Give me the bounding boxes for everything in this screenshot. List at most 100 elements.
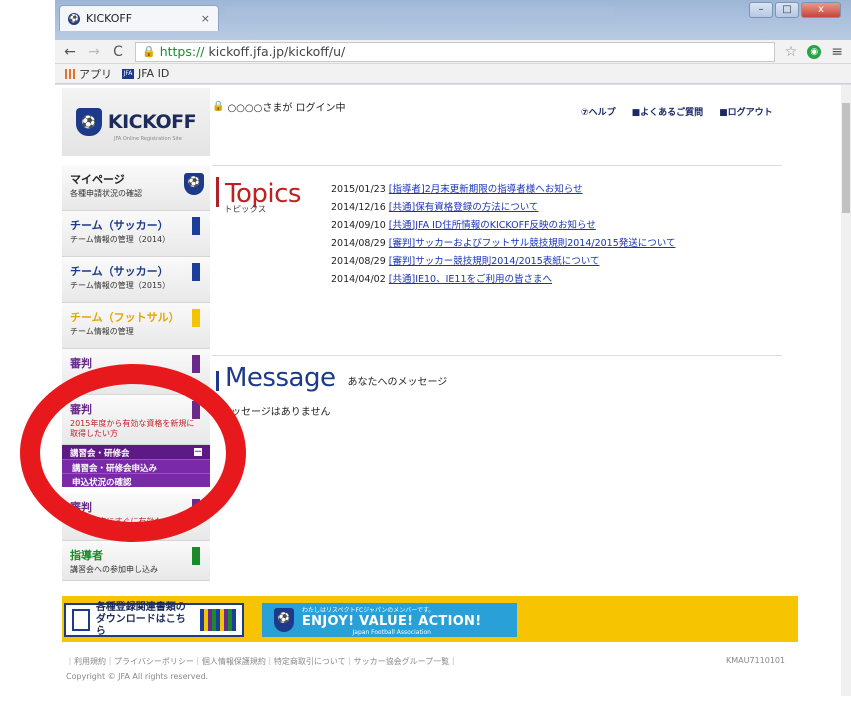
bookmark-jfa-id[interactable]: JFA JFA ID — [122, 67, 169, 80]
sidebar-item-desc: 講習会への参加申し込み — [70, 565, 158, 574]
purple-flag-icon — [192, 401, 200, 419]
login-status-text: ○○○○さまが ログイン中 — [227, 103, 346, 114]
tab-close-icon[interactable]: × — [201, 12, 210, 25]
news-date: 2014/08/29 — [331, 238, 386, 249]
news-link[interactable]: [審判]サッカーおよびフットサル競技規則2014/2015発送について — [389, 238, 676, 249]
message-title: Message — [225, 363, 336, 393]
topics-bar — [216, 177, 219, 207]
back-button[interactable]: ← — [63, 44, 77, 60]
page-viewport: ⚽ KICKOFF JFA Online Registration Site 🔒… — [55, 85, 841, 709]
sidebar-item-title: マイページ — [70, 173, 125, 186]
bookmark-apps[interactable]: アプリ — [65, 66, 112, 82]
apps-grid-icon — [65, 68, 75, 79]
blue-flag-icon — [192, 217, 200, 235]
news-link[interactable]: [共通]JFA ID住所情報のKICKOFF反映のお知らせ — [389, 220, 596, 231]
divider — [212, 355, 782, 356]
news-link[interactable]: [審判]サッカー競技規則2014/2015表紙について — [389, 256, 600, 267]
close-window-button[interactable]: x — [801, 2, 841, 18]
extension-icon[interactable]: ◉ — [807, 44, 822, 59]
topics-heading: Topics トピックス — [216, 177, 301, 215]
news-date: 2014/04/02 — [331, 274, 386, 285]
sidebar-item-referee-2[interactable]: 審判 2015年度から有効な資格を新規に取得したい方 — [62, 395, 210, 445]
sidebar-item-desc: チーム情報の管理（2014） — [70, 235, 171, 244]
menu-icon[interactable]: ≡ — [831, 44, 843, 60]
list-item: 2014/04/02 [共通]IE10、IE11をご利用の皆さまへ — [331, 271, 675, 289]
maximize-button[interactable]: □ — [775, 2, 799, 18]
news-link[interactable]: [共通]IE10、IE11をご利用の皆さまへ — [389, 274, 552, 285]
news-link[interactable]: [指導者]2月末更新期限の指導者様へお知らせ — [389, 184, 583, 195]
sidebar-item-title: チーム（サッカー） — [70, 219, 169, 232]
news-link[interactable]: [共通]保有資格登録の方法について — [389, 202, 539, 213]
bookmarks-bar: アプリ JFA JFA ID — [55, 64, 851, 84]
browser-toolbar: ← → C 🔒 https://kickoff.jfa.jp/kickoff/u… — [55, 40, 851, 64]
submenu-link-status[interactable]: 申込状況の確認 — [62, 473, 210, 488]
bottom-strip — [0, 696, 851, 709]
jfa-shield-icon: ⚽ — [274, 608, 294, 632]
forward-button[interactable]: → — [87, 44, 101, 60]
bookmark-star-icon[interactable]: ☆ — [785, 44, 798, 60]
list-item: 2014/08/29 [審判]サッカー競技規則2014/2015表紙について — [331, 253, 675, 271]
news-date: 2014/12/16 — [331, 202, 386, 213]
download-text: 各種登録関連書類の ダウンロードはこちら — [96, 602, 195, 638]
submenu-title: 講習会・研修会 — [70, 449, 130, 459]
sidebar-item-desc: 各種申請状況の確認 — [70, 189, 142, 198]
sidebar-item-title: チーム（サッカー） — [70, 265, 169, 278]
footer-links[interactable]: ｜利用規約｜プライバシーポリシー｜個人情報保護規約｜特定商取引について｜サッカー… — [66, 656, 457, 667]
collapse-icon[interactable]: － — [194, 448, 202, 456]
url-scheme: https:// — [159, 44, 205, 59]
kickoff-logo[interactable]: ⚽ KICKOFF JFA Online Registration Site — [62, 88, 210, 156]
window-controls: – □ x — [749, 2, 841, 18]
logout-link[interactable]: ■ログアウト — [719, 105, 773, 118]
respect-small: わたしはリスペクトFCジャパンのメンバーです。 — [302, 606, 435, 614]
topics-list: 2015/01/23 [指導者]2月末更新期限の指導者様へお知らせ 2014/1… — [331, 181, 675, 289]
background-tabs — [225, 6, 615, 24]
sidebar-item-title: 審判 — [70, 501, 92, 514]
sidebar-item-desc: チーム情報の管理（2015） — [70, 281, 171, 290]
purple-flag-icon — [192, 499, 200, 517]
browser-window: ⚽ KICKOFF × – □ x ← → C 🔒 https://kickof… — [55, 0, 851, 709]
lock-icon: 🔒 — [142, 45, 156, 58]
scrollbar-thumb[interactable] — [842, 103, 850, 213]
news-date: 2014/09/10 — [331, 220, 386, 231]
sidebar-item-team-futsal[interactable]: チーム（フットサル） チーム情報の管理 — [62, 303, 210, 349]
reload-button[interactable]: C — [111, 44, 125, 60]
logo-subtitle: JFA Online Registration Site — [114, 136, 182, 142]
address-bar[interactable]: 🔒 https://kickoff.jfa.jp/kickoff/u/ — [135, 41, 775, 62]
topics-subtitle: トピックス — [224, 205, 267, 215]
sidebar-item-desc: 2015年度から有効な資格を新規に取得したい方 — [70, 419, 195, 438]
submenu-header[interactable]: 講習会・研修会 － — [62, 445, 210, 459]
help-link[interactable]: ⑦ヘルプ — [581, 105, 616, 118]
sidebar-item-team-soccer-2015[interactable]: チーム（サッカー） チーム情報の管理（2015） — [62, 257, 210, 303]
no-message-text: メッセージはありません — [221, 407, 331, 418]
color-flags-icon — [200, 609, 236, 631]
document-icon — [72, 609, 90, 631]
respect-slogan: ENJOY! VALUE! ACTION! — [302, 613, 482, 629]
respect-banner[interactable]: ⚽ わたしはリスペクトFCジャパンのメンバーです。 ENJOY! VALUE! … — [262, 603, 517, 637]
list-item: 2014/12/16 [共通]保有資格登録の方法について — [331, 199, 675, 217]
sidebar-item-mypage[interactable]: マイページ 各種申請状況の確認 ⚽ — [62, 165, 210, 211]
login-status: 🔒 ○○○○さまが ログイン中 — [212, 99, 346, 114]
sidebar-item-title: 審判 — [70, 403, 92, 416]
bookmark-label: JFA ID — [138, 67, 170, 80]
minimize-button[interactable]: – — [749, 2, 773, 18]
submenu-link-apply[interactable]: 講習会・研修会申込み — [62, 459, 210, 474]
sidebar-item-team-soccer-2014[interactable]: チーム（サッカー） チーム情報の管理（2014） — [62, 211, 210, 257]
download-banner[interactable]: 各種登録関連書類の ダウンロードはこちら — [64, 602, 244, 638]
tab-title: KICKOFF — [86, 12, 133, 25]
message-subtitle: あなたへのメッセージ — [347, 377, 448, 388]
mypage-shield-icon: ⚽ — [184, 173, 204, 195]
browser-tab[interactable]: ⚽ KICKOFF × — [59, 5, 219, 31]
jfa-icon: JFA — [122, 68, 134, 79]
message-bar — [216, 371, 219, 391]
news-date: 2015/01/23 — [331, 184, 386, 195]
sidebar-item-title: 審判 — [70, 357, 92, 370]
title-bar: ⚽ KICKOFF × – □ x — [55, 0, 851, 40]
lock-icon: 🔒 — [212, 101, 225, 112]
sidebar-item-coach[interactable]: 指導者 講習会への参加申し込み — [62, 541, 210, 581]
sidebar-item-title: チーム（フットサル） — [70, 311, 180, 324]
sidebar-item-referee-1[interactable]: 審判 — [62, 349, 210, 395]
list-item: 2014/08/29 [審判]サッカーおよびフットサル競技規則2014/2015… — [331, 235, 675, 253]
faq-link[interactable]: ■よくあるご質問 — [632, 105, 704, 118]
vertical-scrollbar[interactable] — [841, 85, 851, 709]
sidebar-item-referee-3[interactable]: 審判 2014年度にすぐに有効な — [62, 493, 210, 541]
